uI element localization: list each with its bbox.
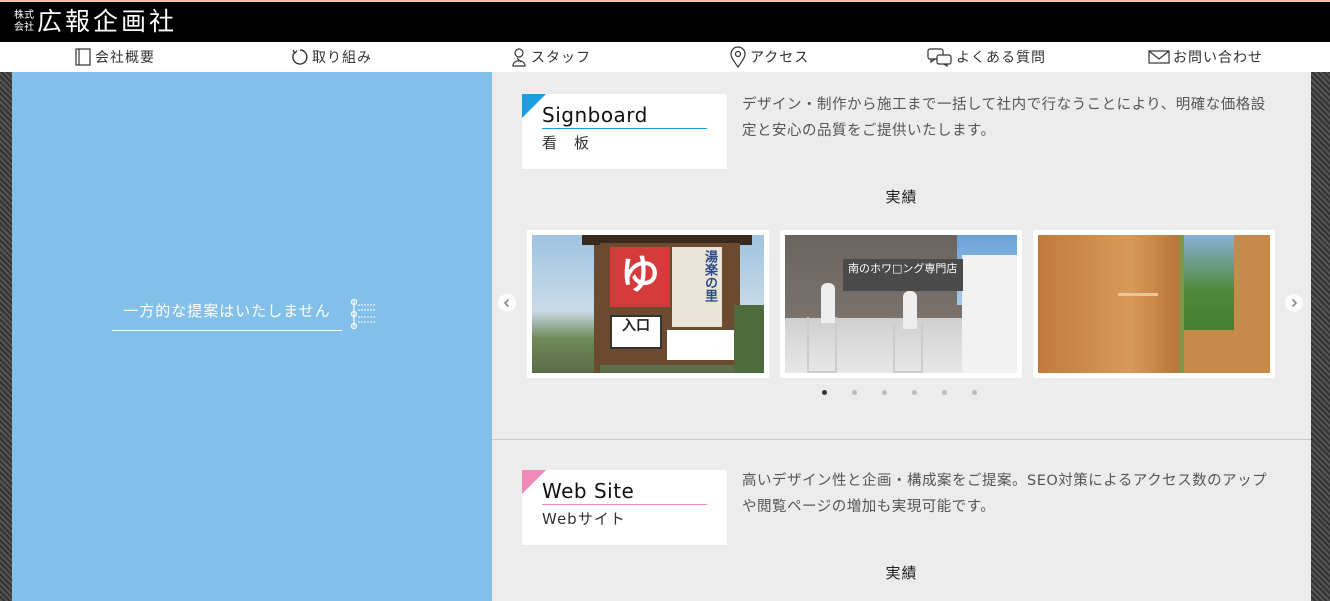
nav-item-access[interactable]: アクセス [729,45,809,69]
section-divider [492,439,1311,440]
chevron-left-icon [503,298,510,308]
sign-yu-character: ゆ [610,247,670,307]
carousel-dot-2[interactable] [852,390,857,395]
carousel-dot-4[interactable] [912,390,917,395]
chat-bubbles-icon [927,48,952,67]
notebook-icon [75,48,91,66]
website-title-box: Web Site Webサイト [522,470,727,545]
signboard-photo-onsen: ゆ 湯楽の里 入口 [532,235,764,373]
website-description: 高いデザイン性と企画・構成案をご提案。SEO対策によるアクセス数のアップや閲覧ペ… [742,473,1268,515]
signboard-title-en: Signboard [542,103,648,127]
nav-item-contact[interactable]: お問い合わせ [1148,45,1263,69]
nav-item-company[interactable]: 会社概要 [74,45,155,69]
wood-wall-sign [1118,293,1158,296]
carousel-prev-button[interactable] [498,294,516,312]
chevron-right-icon [1291,298,1298,308]
sign-entrance-text: 入口 [610,315,662,349]
carousel-dot-5[interactable] [942,390,947,395]
site-header: 株式 会社 広報企画社 [0,2,1330,42]
signboard-results-label: 実績 [885,188,918,206]
nav-item-staff[interactable]: スタッフ [510,45,591,69]
nav-item-initiatives[interactable]: 取り組み [291,45,372,69]
logo-small-top: 株式 [14,10,34,21]
signboard-title-box: Signboard 看 板 [522,94,727,169]
main-nav: 会社概要 取り組み スタッフ アクセス よくある質問 お問い合わせ [0,42,1330,72]
website-results-label: 実績 [885,564,918,582]
nav-label: アクセス [750,50,810,66]
signboard-description: デザイン・制作から施工まで一括して社内で行なうことにより、明確な価格設定と安心の… [742,97,1266,139]
nav-label: スタッフ [531,50,591,66]
nav-label: よくある質問 [956,50,1046,66]
nav-label: 会社概要 [95,50,155,66]
signboard-title-underline [542,128,707,129]
circle-arrow-icon [292,49,308,65]
nav-label: 取り組み [312,50,372,66]
hero-panel: 一方的な提案はいたしません [12,72,492,601]
map-pin-icon [730,46,746,68]
right-stripe-border [1311,72,1330,601]
nav-label: お問い合わせ [1173,50,1263,66]
logo-small-bottom: 会社 [14,22,34,33]
carousel-dot-1[interactable] [822,390,827,395]
nav-item-faq[interactable]: よくある質問 [927,45,1046,69]
website-title-en: Web Site [542,479,635,503]
logo-corp-type: 株式 会社 [14,10,34,34]
carousel-dot-3[interactable] [882,390,887,395]
hero-tagline: 一方的な提案はいたしません [112,300,342,331]
sign-name-text: 湯楽の里 [672,247,722,327]
storefront-sign-text: 南のホワ□ング専門店 [843,259,963,291]
website-title-underline [542,504,707,505]
services-panel: Signboard 看 板 デザイン・制作から施工まで一括して社内で行なうことに… [492,72,1311,601]
signboard-photo-storefront: 南のホワ□ング専門店 [785,235,1017,373]
tree-branch-icon [350,298,376,330]
carousel-next-button[interactable] [1285,294,1303,312]
carousel-slide-3[interactable] [1033,230,1275,378]
carousel-slide-2[interactable]: 南のホワ□ング専門店 [780,230,1022,378]
envelope-icon [1148,50,1170,64]
logo-company-name: 広報企画社 [37,7,178,36]
signboard-title-jp: 看 板 [542,134,591,152]
signboard-photo-wood-wall [1038,235,1270,373]
company-logo[interactable]: 株式 会社 広報企画社 [14,7,177,37]
carousel-slide-1[interactable]: ゆ 湯楽の里 入口 [527,230,769,378]
left-stripe-border [0,72,12,601]
website-title-jp: Webサイト [542,510,626,528]
carousel-pagination [822,390,1002,395]
carousel-dot-6[interactable] [972,390,977,395]
person-icon [512,48,526,67]
